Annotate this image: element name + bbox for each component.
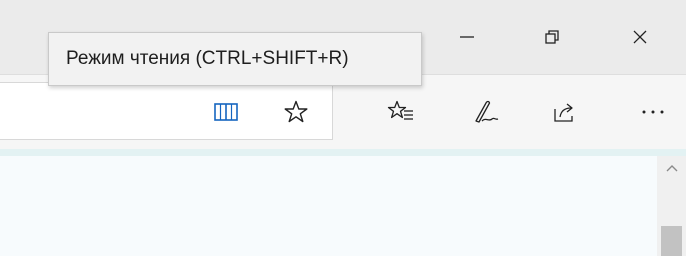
close-button[interactable] xyxy=(613,0,667,74)
scroll-up-button[interactable] xyxy=(657,156,686,180)
minimize-button[interactable] xyxy=(440,0,494,74)
close-icon xyxy=(633,30,647,44)
restore-icon xyxy=(545,30,559,44)
chevron-up-icon xyxy=(666,165,677,172)
tooltip-text: Режим чтения (CTRL+SHIFT+R) xyxy=(66,48,349,69)
content-top-strip xyxy=(0,149,686,156)
scroll-thumb[interactable] xyxy=(661,226,682,256)
share-button[interactable] xyxy=(542,75,588,149)
favorites-bar-icon xyxy=(387,100,413,120)
restore-button[interactable] xyxy=(525,0,579,74)
more-icon xyxy=(642,110,664,114)
share-icon xyxy=(554,103,573,122)
minimize-icon xyxy=(460,36,474,38)
reading-view-icon xyxy=(214,103,238,121)
more-button[interactable] xyxy=(630,75,676,149)
pen-notes-icon xyxy=(475,100,499,123)
reading-view-tooltip: Режим чтения (CTRL+SHIFT+R) xyxy=(48,32,422,86)
vertical-scrollbar[interactable] xyxy=(657,156,686,256)
browser-toolbar xyxy=(0,75,686,149)
page-content xyxy=(0,156,657,256)
reading-view-button[interactable] xyxy=(203,75,249,149)
add-favorite-button[interactable] xyxy=(273,75,319,149)
add-favorite-star-icon xyxy=(284,100,308,123)
favorites-button[interactable] xyxy=(378,75,424,149)
notes-button[interactable] xyxy=(462,75,508,149)
